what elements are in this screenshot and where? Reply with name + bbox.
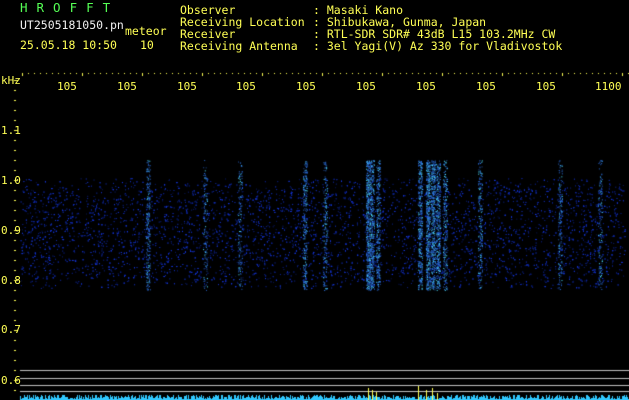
x-tick-label: 105 [536,80,556,93]
meteor-label: meteor [125,24,167,38]
y-tick-label: 0.7 [1,323,21,336]
meteor-count: 10 [140,38,154,52]
x-tick-label: 105 [416,80,436,93]
x-tick-label: 1100 [595,80,622,93]
y-tick-label: 0.9 [1,224,21,237]
y-tick-label: 0.8 [1,274,21,287]
x-tick-label: 105 [57,80,77,93]
app-brand: HROFFT [20,0,120,15]
y-tick-label: 1.0 [1,174,21,187]
axis-unit: kHz [1,74,21,87]
spectrogram-canvas [0,0,629,400]
x-tick-label: 105 [296,80,316,93]
antenna-label: Receiving Antenna [180,39,298,53]
x-tick-label: 105 [117,80,137,93]
x-tick-label: 105 [177,80,197,93]
y-tick-label: 1.1 [1,124,21,137]
x-tick-label: 105 [236,80,256,93]
datetime: 25.05.18 10:50 [20,38,117,52]
y-tick-label: 0.6 [1,374,21,387]
x-tick-label: 105 [476,80,496,93]
antenna-value: : 3el Yagi(V) Az 330 for Vladivostok [313,39,563,53]
x-tick-label: 105 [356,80,376,93]
filename: UT2505181050.pn [20,18,124,32]
